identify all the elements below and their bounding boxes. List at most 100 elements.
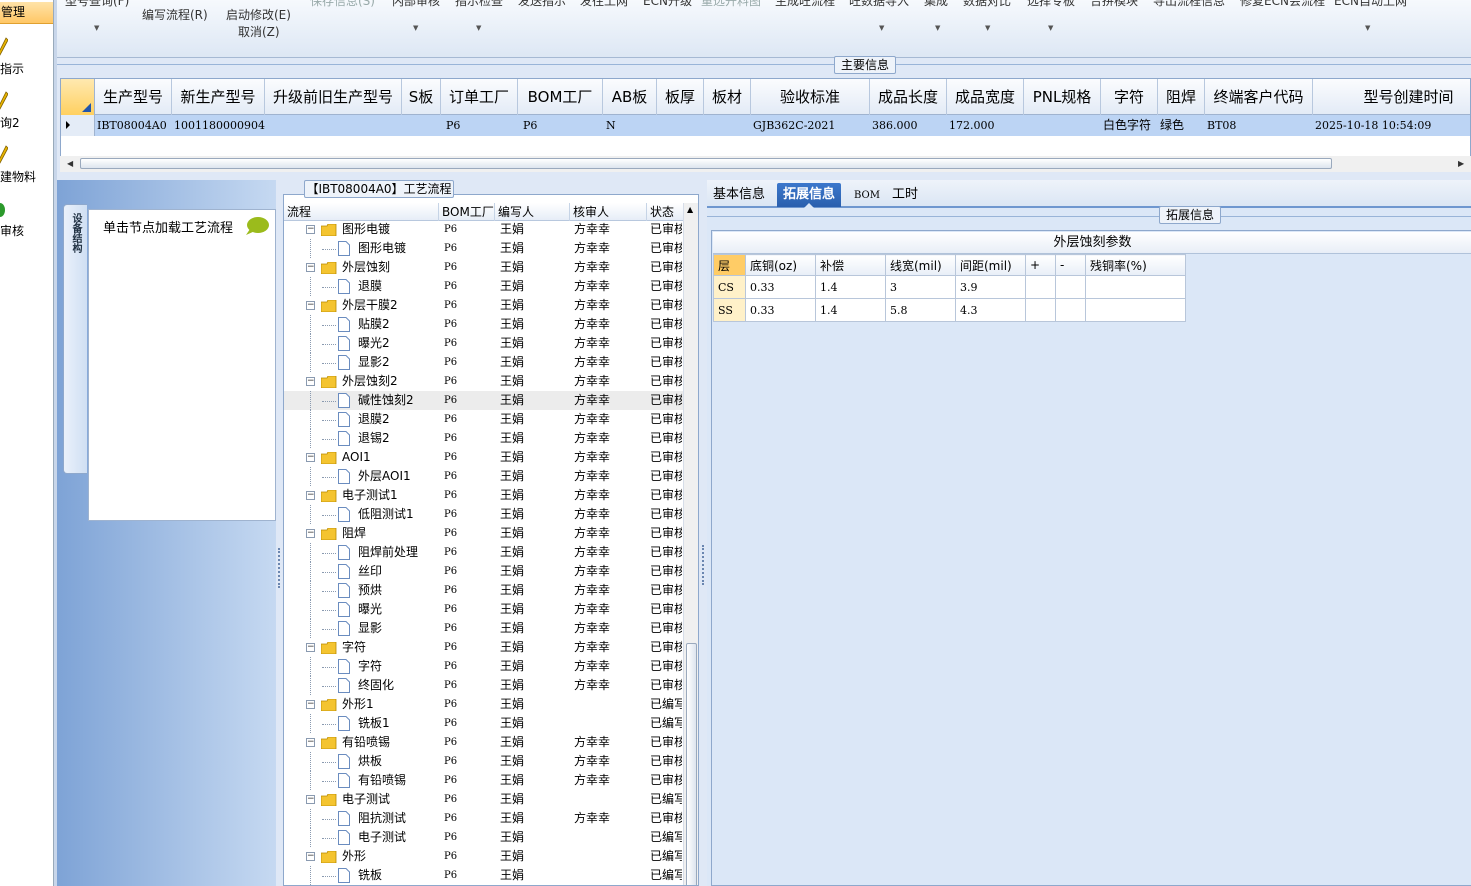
tree-row[interactable]: − 图形电镀 P6 王娟 方幸幸 已审核 xyxy=(284,221,684,239)
cell[interactable]: 172.000 xyxy=(947,115,1024,136)
toolbar-ecn[interactable]: ECN升级 xyxy=(643,0,692,9)
splitter-grip[interactable] xyxy=(278,548,280,588)
nav-item-active[interactable]: 管理 xyxy=(0,2,53,24)
collapse-toggle-icon[interactable]: − xyxy=(306,700,315,709)
tree-row[interactable]: 低阻测试1 P6 王娟 方幸幸 已审核 xyxy=(284,505,684,524)
toolbar-import[interactable]: 旺数据导入 xyxy=(849,0,909,9)
tab-basic-info[interactable]: 基本信息 xyxy=(707,183,771,207)
col-header[interactable]: 字符 xyxy=(1101,79,1158,115)
cell[interactable]: 386.000 xyxy=(870,115,947,136)
col-header[interactable]: 新生产型号 xyxy=(172,79,265,115)
tree-row[interactable]: − 外层蚀刻2 P6 王娟 方幸幸 已审核 xyxy=(284,372,684,391)
collapse-toggle-icon[interactable]: − xyxy=(306,643,315,652)
tab-ext-info[interactable]: 拓展信息 xyxy=(777,183,842,208)
chevron-down-icon[interactable]: ▼ xyxy=(94,24,99,32)
cell[interactable]: 0.33 xyxy=(745,298,816,322)
collapse-toggle-icon[interactable]: − xyxy=(306,852,315,861)
tab-bom[interactable]: BOM xyxy=(848,183,886,207)
toolbar-check[interactable]: 指示检查 xyxy=(455,0,503,9)
chevron-down-icon[interactable]: ▼ xyxy=(985,24,990,32)
splitter-grip[interactable] xyxy=(702,545,704,585)
col-header[interactable]: 板材 xyxy=(704,79,751,115)
col-header[interactable]: 核审人 xyxy=(570,203,647,221)
tree-row[interactable]: 碱性蚀刻2 P6 王娟 方幸幸 已审核 xyxy=(284,391,684,410)
toolbar-model-query[interactable]: 型号查询(F) xyxy=(65,0,129,9)
tree-row[interactable]: − 电子测试1 P6 王娟 方幸幸 已审核 xyxy=(284,486,684,505)
col-header[interactable]: 间距(mil) xyxy=(955,254,1026,276)
tree-row[interactable]: − 外层干膜2 P6 王娟 方幸幸 已审核 xyxy=(284,296,684,315)
tree-row[interactable]: 退膜2 P6 王娟 方幸幸 已审核 xyxy=(284,410,684,429)
row-selector[interactable] xyxy=(61,115,95,136)
col-header[interactable]: 验收标准 xyxy=(751,79,870,115)
tab-hours[interactable]: 工时 xyxy=(886,183,924,207)
cell[interactable] xyxy=(402,115,441,136)
collapse-toggle-icon[interactable]: − xyxy=(306,738,315,747)
table-row[interactable]: CS 0.33 1.4 3 3.9 xyxy=(713,275,1186,299)
toolbar-compare[interactable]: 数据对比 xyxy=(963,0,1011,9)
cell[interactable] xyxy=(1055,275,1086,299)
tree-row[interactable]: − 电子测试 P6 王娟 已编写 xyxy=(284,790,684,809)
cell[interactable] xyxy=(1025,275,1056,299)
toolbar-repair[interactable]: 修复ECN会流程 xyxy=(1240,0,1325,9)
collapse-toggle-icon[interactable]: − xyxy=(306,795,315,804)
toolbar-send[interactable]: 发送指示 xyxy=(518,0,566,9)
tree-row[interactable]: − 外层蚀刻 P6 王娟 方幸幸 已审核 xyxy=(284,258,684,277)
tree-row[interactable]: 电子测试 P6 王娟 已编写 xyxy=(284,828,684,847)
col-header[interactable]: 订单工厂 xyxy=(441,79,518,115)
table-row[interactable]: IBT08004A0 10011800009046 P6 P6 N GJB362… xyxy=(61,115,1470,136)
col-header[interactable]: 升级前旧生产型号 xyxy=(265,79,402,115)
cell[interactable] xyxy=(1085,275,1186,299)
col-header[interactable]: 板厚 xyxy=(657,79,704,115)
horizontal-scrollbar[interactable]: ◀ ▶ xyxy=(60,156,1471,172)
scroll-up-icon[interactable]: ▲ xyxy=(687,205,693,214)
tree-row[interactable]: 贴膜2 P6 王娟 方幸幸 已审核 xyxy=(284,315,684,334)
tree-row[interactable]: − 外形 P6 王娟 已编写 xyxy=(284,847,684,866)
nav-item-review[interactable]: 审核 xyxy=(0,198,53,248)
tree-row[interactable]: 有铅喷锡 P6 王娟 方幸幸 已审核 xyxy=(284,771,684,790)
cell[interactable]: IBT08004A0 xyxy=(95,115,172,136)
chevron-down-icon[interactable]: ▼ xyxy=(413,24,418,32)
col-header[interactable]: + xyxy=(1025,254,1056,276)
table-row[interactable]: SS 0.33 1.4 5.8 4.3 xyxy=(713,298,1186,322)
tree-row[interactable]: 显影 P6 王娟 方幸幸 已审核 xyxy=(284,619,684,638)
cell[interactable]: 5.8 xyxy=(885,298,956,322)
toolbar-ecn-auto[interactable]: ECN自动上网 xyxy=(1334,0,1407,9)
nav-item-instruction[interactable]: 指示 xyxy=(0,36,53,86)
col-header[interactable]: 补偿 xyxy=(815,254,886,276)
col-header[interactable]: 编写人 xyxy=(495,203,570,221)
tree-row[interactable]: 曝光2 P6 王娟 方幸幸 已审核 xyxy=(284,334,684,353)
tree-row[interactable]: − 字符 P6 王娟 方幸幸 已审核 xyxy=(284,638,684,657)
cell[interactable]: 绿色 xyxy=(1158,115,1205,136)
col-header[interactable]: 层 xyxy=(713,254,746,276)
nav-item-query[interactable]: 询2 xyxy=(0,90,53,140)
cell[interactable] xyxy=(657,115,704,136)
scroll-left-icon[interactable]: ◀ xyxy=(67,159,73,168)
tree-row[interactable]: 阻焊前处理 P6 王娟 方幸幸 已审核 xyxy=(284,543,684,562)
chevron-down-icon[interactable]: ▼ xyxy=(476,24,481,32)
scroll-thumb[interactable] xyxy=(686,643,697,885)
cell[interactable]: 1.4 xyxy=(815,275,886,299)
col-header[interactable]: 残铜率(%) xyxy=(1085,254,1186,276)
col-header[interactable]: BOM工厂 xyxy=(439,203,495,221)
tree-row[interactable]: − AOI1 P6 王娟 方幸幸 已审核 xyxy=(284,448,684,467)
cell[interactable]: 1.4 xyxy=(815,298,886,322)
cell[interactable]: CS xyxy=(713,275,746,299)
collapse-toggle-icon[interactable]: − xyxy=(306,225,315,234)
tree-row[interactable]: 显影2 P6 王娟 方幸幸 已审核 xyxy=(284,353,684,372)
cell[interactable] xyxy=(1024,115,1101,136)
toolbar-cancel[interactable]: 取消(Z) xyxy=(238,23,280,40)
collapse-toggle-icon[interactable]: − xyxy=(306,301,315,310)
collapse-toggle-icon[interactable]: − xyxy=(306,453,315,462)
cell[interactable]: BT08 xyxy=(1205,115,1313,136)
col-header[interactable]: 生产型号 xyxy=(95,79,172,115)
cell[interactable]: 白色字符 xyxy=(1101,115,1158,136)
chevron-down-icon[interactable]: ▼ xyxy=(935,24,940,32)
tree-row[interactable]: − 外形1 P6 王娟 已编写 xyxy=(284,695,684,714)
col-header[interactable]: - xyxy=(1055,254,1086,276)
scroll-right-icon[interactable]: ▶ xyxy=(1458,159,1464,168)
toolbar-gen-flow[interactable]: 生成旺流程 xyxy=(775,0,835,9)
cell[interactable]: P6 xyxy=(518,115,603,136)
cell[interactable]: P6 xyxy=(441,115,518,136)
tree-row[interactable]: 字符 P6 王娟 方幸幸 已审核 xyxy=(284,657,684,676)
chevron-down-icon[interactable]: ▼ xyxy=(1365,24,1370,32)
